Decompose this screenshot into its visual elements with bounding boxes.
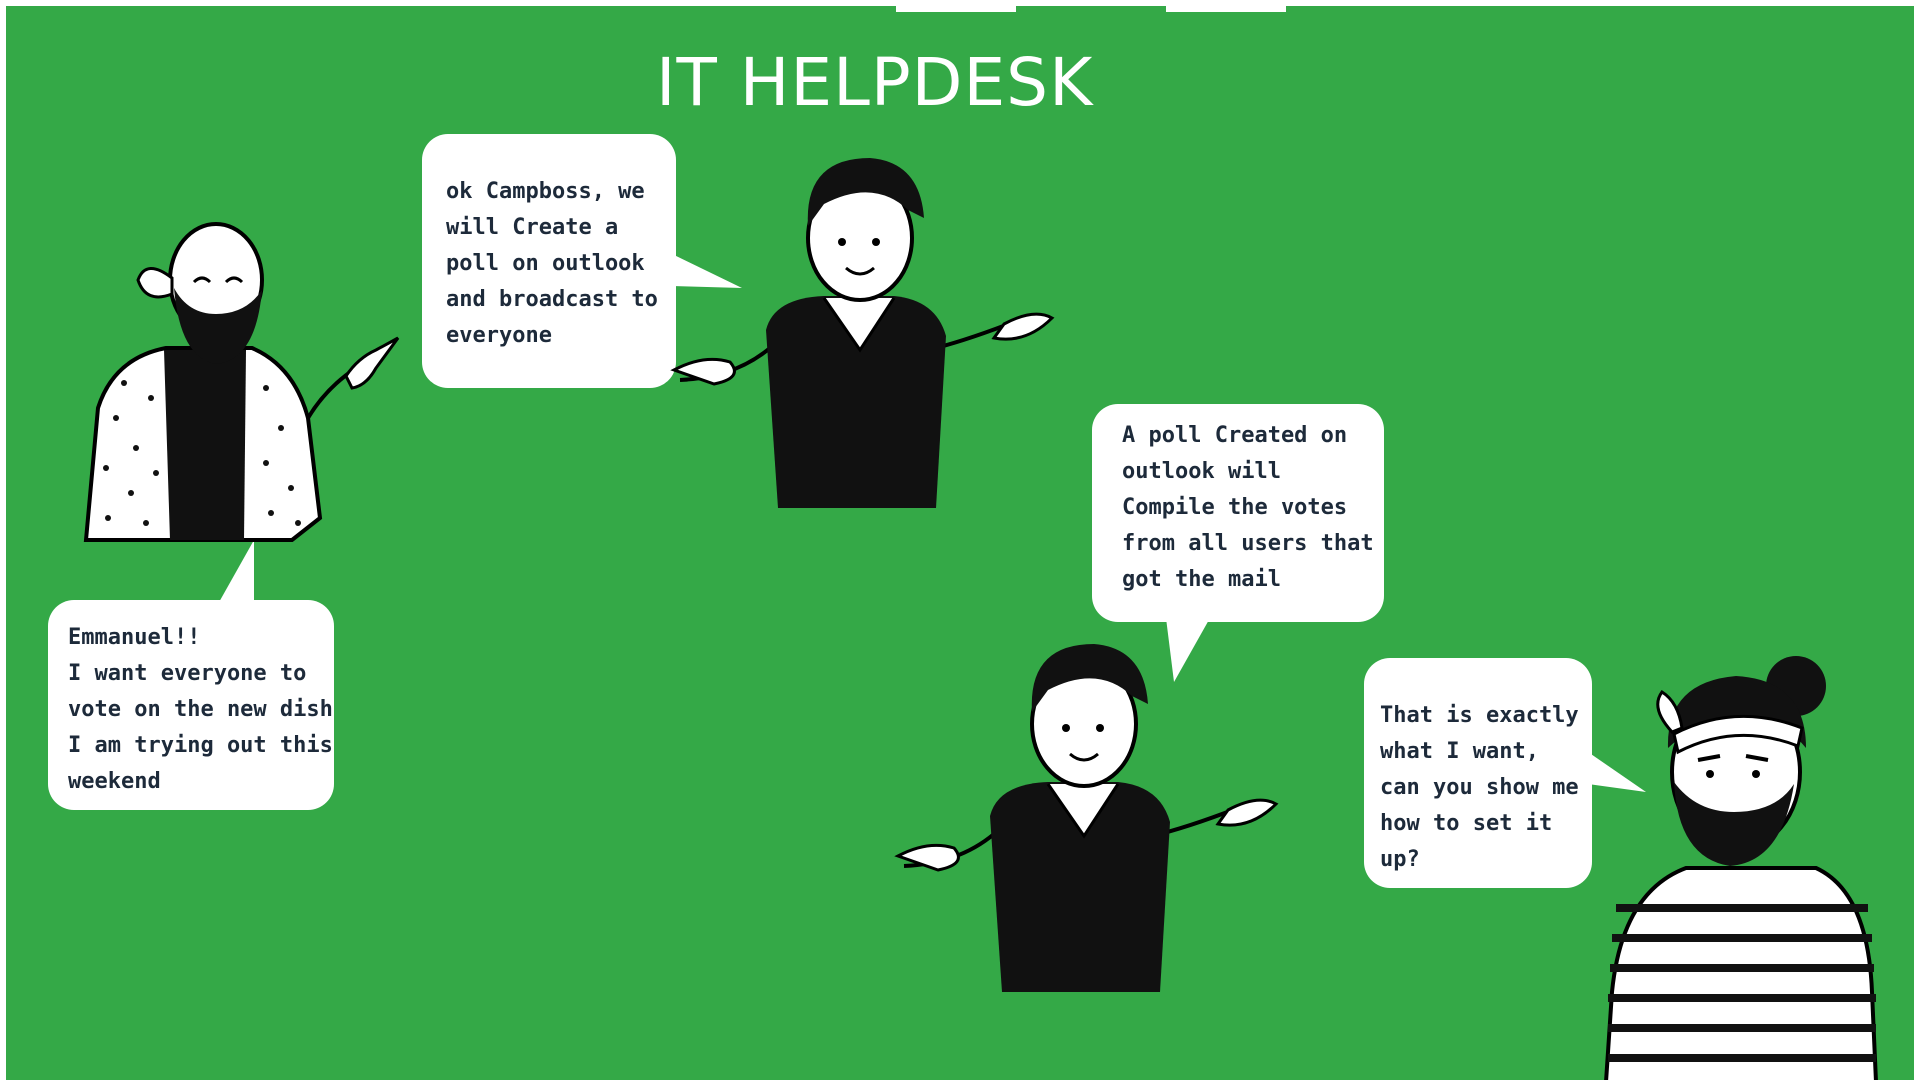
- speech-bubble-campboss-2: That is exactly what I want, can you sho…: [1364, 658, 1592, 888]
- speech-bubble-helpdesk-1: ok Campboss, we will Create a poll on ou…: [422, 134, 676, 388]
- top-edge-notch: [1166, 6, 1286, 12]
- person-pointing-icon: [83, 222, 400, 542]
- page-title: IT HELPDESK: [656, 44, 1094, 121]
- speech-bubble-campboss-1: Emmanuel!! I want everyone to vote on th…: [48, 600, 334, 810]
- speech-text: A poll Created on outlook will Compile t…: [1122, 423, 1374, 592]
- speech-bubble-tail: [218, 540, 254, 604]
- speech-text: ok Campboss, we will Create a poll on ou…: [446, 179, 658, 348]
- comic-canvas: IT HELPDESK Emmanuel!! I want everyone t…: [6, 6, 1914, 1080]
- speech-bubble-helpdesk-2: A poll Created on outlook will Compile t…: [1092, 404, 1384, 622]
- person-shrugging-icon: [670, 158, 1055, 508]
- person-striped-shirt-icon: [1604, 656, 1878, 1080]
- person-shrugging-icon: [894, 644, 1279, 992]
- top-edge-notch: [896, 6, 1016, 12]
- speech-text: That is exactly what I want, can you sho…: [1380, 703, 1579, 872]
- speech-text: Emmanuel!! I want everyone to vote on th…: [68, 625, 333, 794]
